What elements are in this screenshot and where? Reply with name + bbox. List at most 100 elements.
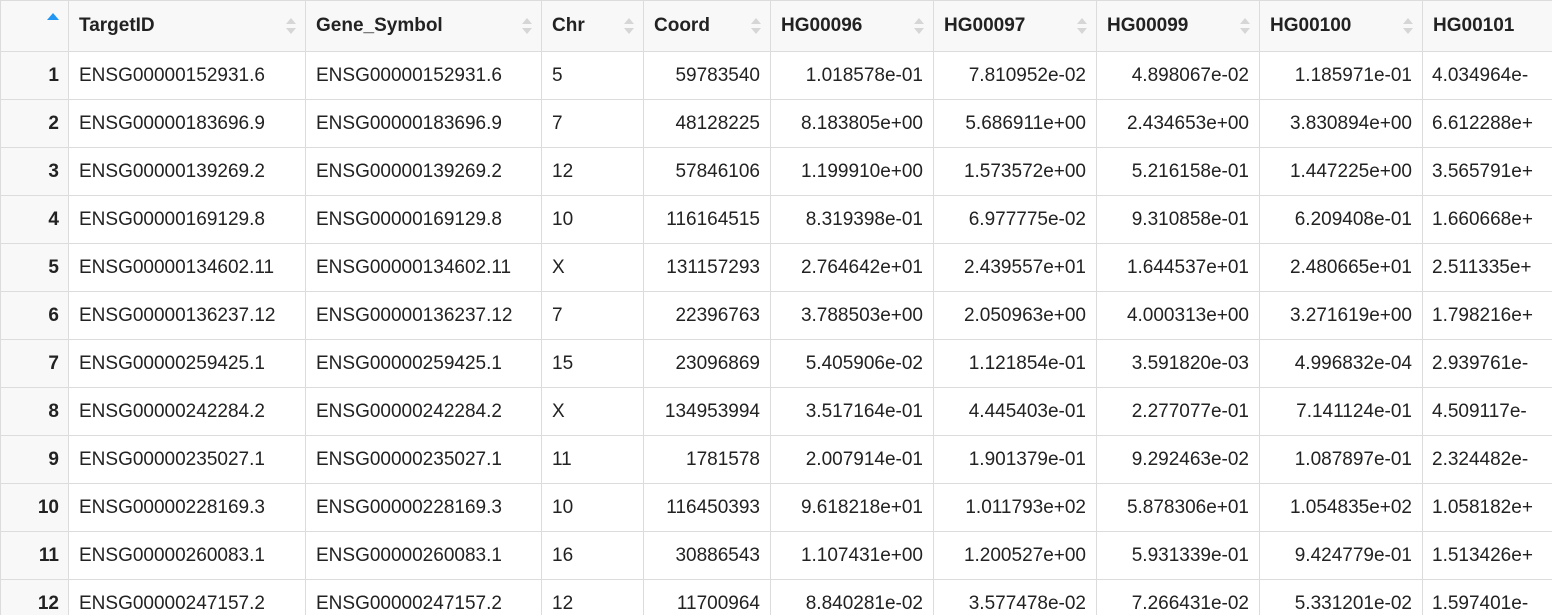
table-cell: 1.644537e+01 bbox=[1096, 243, 1260, 292]
row-number: 3 bbox=[0, 147, 69, 196]
sort-toggle-icon[interactable] bbox=[286, 18, 296, 34]
table-cell: 4.509117e- bbox=[1422, 387, 1552, 436]
column-header-gene-symbol[interactable]: Gene_Symbol bbox=[305, 0, 542, 52]
table-cell: 8.183805e+00 bbox=[770, 99, 934, 148]
row-number: 11 bbox=[0, 531, 69, 580]
table-cell: ENSG00000260083.1 bbox=[305, 531, 542, 580]
table-cell: 5.216158e-01 bbox=[1096, 147, 1260, 196]
sort-toggle-icon[interactable] bbox=[914, 18, 924, 34]
table-cell: 59783540 bbox=[643, 51, 771, 100]
column-header-label: HG00096 bbox=[781, 15, 863, 36]
table-cell: 7 bbox=[541, 99, 644, 148]
table-cell: 8.840281e-02 bbox=[770, 579, 934, 615]
table-cell: 30886543 bbox=[643, 531, 771, 580]
table-cell: ENSG00000259425.1 bbox=[68, 339, 306, 388]
table-cell: 3.788503e+00 bbox=[770, 291, 934, 340]
table-cell: 4.898067e-02 bbox=[1096, 51, 1260, 100]
table-cell: 4.445403e-01 bbox=[933, 387, 1097, 436]
table-cell: ENSG00000247157.2 bbox=[68, 579, 306, 615]
table-cell: 1.018578e-01 bbox=[770, 51, 934, 100]
table-cell: 7 bbox=[541, 291, 644, 340]
table-row: 12 ENSG00000247157.2 ENSG00000247157.2 12 11… bbox=[0, 579, 1552, 615]
table-cell: 5.686911e+00 bbox=[933, 99, 1097, 148]
table-cell: 15 bbox=[541, 339, 644, 388]
column-header-hg00099[interactable]: HG00099 bbox=[1096, 0, 1260, 52]
table-row: 11 ENSG00000260083.1 ENSG00000260083.1 16 30… bbox=[0, 531, 1552, 580]
table-cell: 12 bbox=[541, 147, 644, 196]
column-header-coord[interactable]: Coord bbox=[643, 0, 771, 52]
table-body: 1 ENSG00000152931.6 ENSG00000152931.6 5 5978… bbox=[0, 51, 1552, 615]
table-cell: 1.087897e-01 bbox=[1259, 435, 1423, 484]
table-cell: 11700964 bbox=[643, 579, 771, 615]
table-cell: 116450393 bbox=[643, 483, 771, 532]
table-cell: 12 bbox=[541, 579, 644, 615]
table-cell: 3.565791e+ bbox=[1422, 147, 1552, 196]
table-cell: 3.271619e+00 bbox=[1259, 291, 1423, 340]
table-cell: 22396763 bbox=[643, 291, 771, 340]
table-cell: 2.511335e+ bbox=[1422, 243, 1552, 292]
table-cell: 3.830894e+00 bbox=[1259, 99, 1423, 148]
table-cell: 1.121854e-01 bbox=[933, 339, 1097, 388]
table-cell: 1.513426e+ bbox=[1422, 531, 1552, 580]
column-header-label: Coord bbox=[654, 15, 710, 36]
table-cell: 1781578 bbox=[643, 435, 771, 484]
table-cell: 4.034964e- bbox=[1422, 51, 1552, 100]
table-cell: X bbox=[541, 387, 644, 436]
table-cell: 1.447225e+00 bbox=[1259, 147, 1423, 196]
column-header-hg00096[interactable]: HG00096 bbox=[770, 0, 934, 52]
table-cell: 7.141124e-01 bbox=[1259, 387, 1423, 436]
table-row: 6 ENSG00000136237.12 ENSG00000136237.12 7 22… bbox=[0, 291, 1552, 340]
table-cell: 1.597401e- bbox=[1422, 579, 1552, 615]
column-header-chr[interactable]: Chr bbox=[541, 0, 644, 52]
table-cell: 2.480665e+01 bbox=[1259, 243, 1423, 292]
sort-toggle-icon[interactable] bbox=[624, 18, 634, 34]
table-cell: 1.054835e+02 bbox=[1259, 483, 1423, 532]
table-cell: 23096869 bbox=[643, 339, 771, 388]
column-header-label: Gene_Symbol bbox=[316, 15, 443, 36]
table-cell: 2.324482e- bbox=[1422, 435, 1552, 484]
table-cell: 48128225 bbox=[643, 99, 771, 148]
table-cell: 9.618218e+01 bbox=[770, 483, 934, 532]
sort-toggle-icon[interactable] bbox=[1403, 18, 1413, 34]
column-header-label: HG00097 bbox=[944, 15, 1026, 36]
row-number: 9 bbox=[0, 435, 69, 484]
table-cell: 7.266431e-02 bbox=[1096, 579, 1260, 615]
table-cell: 1.200527e+00 bbox=[933, 531, 1097, 580]
table-cell: 1.573572e+00 bbox=[933, 147, 1097, 196]
sort-toggle-icon[interactable] bbox=[1077, 18, 1087, 34]
table-cell: 2.764642e+01 bbox=[770, 243, 934, 292]
table-cell: 131157293 bbox=[643, 243, 771, 292]
sort-toggle-icon[interactable] bbox=[751, 18, 761, 34]
table-row: 5 ENSG00000134602.11 ENSG00000134602.11 X 13… bbox=[0, 243, 1552, 292]
column-header-targetid[interactable]: TargetID bbox=[68, 0, 306, 52]
table-cell: ENSG00000134602.11 bbox=[68, 243, 306, 292]
table-cell: ENSG00000169129.8 bbox=[68, 195, 306, 244]
table-cell: ENSG00000139269.2 bbox=[305, 147, 542, 196]
table-cell: ENSG00000152931.6 bbox=[68, 51, 306, 100]
table-cell: 5.878306e+01 bbox=[1096, 483, 1260, 532]
table-cell: X bbox=[541, 243, 644, 292]
column-header-hg00097[interactable]: HG00097 bbox=[933, 0, 1097, 52]
table-cell: 4.996832e-04 bbox=[1259, 339, 1423, 388]
table-row: 7 ENSG00000259425.1 ENSG00000259425.1 15 230… bbox=[0, 339, 1552, 388]
column-header-hg00100[interactable]: HG00100 bbox=[1259, 0, 1423, 52]
table-cell: 1.199910e+00 bbox=[770, 147, 934, 196]
column-header-hg00101[interactable]: HG00101 bbox=[1422, 0, 1552, 52]
column-header-label: HG00099 bbox=[1107, 15, 1189, 36]
sort-ascending-icon[interactable] bbox=[47, 13, 59, 20]
table-cell: 8.319398e-01 bbox=[770, 195, 934, 244]
sort-toggle-icon[interactable] bbox=[1240, 18, 1250, 34]
row-index-header[interactable] bbox=[0, 0, 69, 52]
table-cell: 5.931339e-01 bbox=[1096, 531, 1260, 580]
sort-toggle-icon[interactable] bbox=[522, 18, 532, 34]
table-cell: 1.798216e+ bbox=[1422, 291, 1552, 340]
row-number: 7 bbox=[0, 339, 69, 388]
table-cell: 3.577478e-02 bbox=[933, 579, 1097, 615]
table-cell: ENSG00000134602.11 bbox=[305, 243, 542, 292]
column-header-label: HG00101 bbox=[1433, 15, 1515, 36]
table-row: 1 ENSG00000152931.6 ENSG00000152931.6 5 5978… bbox=[0, 51, 1552, 100]
table-cell: 5.331201e-02 bbox=[1259, 579, 1423, 615]
row-number: 4 bbox=[0, 195, 69, 244]
header-row: TargetID Gene_Symbol Chr Coord HG00096 H… bbox=[0, 0, 1552, 52]
row-number: 1 bbox=[0, 51, 69, 100]
